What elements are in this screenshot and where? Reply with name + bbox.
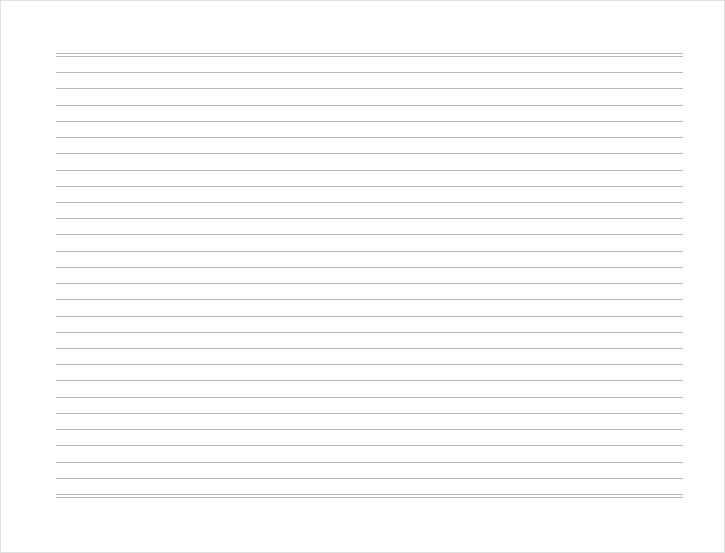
rule-line	[56, 478, 683, 479]
rule-line	[56, 397, 683, 398]
rule-line	[56, 137, 683, 138]
rule-line	[56, 170, 683, 171]
rule-line	[56, 445, 683, 446]
rule-line	[56, 316, 683, 317]
rule-line	[56, 299, 683, 300]
rule-line	[56, 121, 683, 122]
rule-line	[56, 202, 683, 203]
document-page	[0, 0, 725, 553]
rule-line	[56, 429, 683, 430]
rule-line	[56, 72, 683, 73]
rule-line	[56, 462, 683, 463]
rule-line	[56, 494, 683, 495]
rule-line	[56, 153, 683, 154]
rule-line	[56, 186, 683, 187]
rule-line	[56, 364, 683, 365]
rule-line	[56, 267, 683, 268]
rule-line	[56, 413, 683, 414]
rule-line	[56, 380, 683, 381]
ruled-lines-area	[56, 53, 683, 495]
rule-line	[56, 497, 683, 498]
rule-line	[56, 234, 683, 235]
rule-line	[56, 53, 683, 54]
rule-line	[56, 56, 683, 57]
rule-line	[56, 283, 683, 284]
rule-line	[56, 348, 683, 349]
rule-line	[56, 332, 683, 333]
rule-line	[56, 88, 683, 89]
rule-line	[56, 218, 683, 219]
rule-line	[56, 251, 683, 252]
rule-line	[56, 105, 683, 106]
